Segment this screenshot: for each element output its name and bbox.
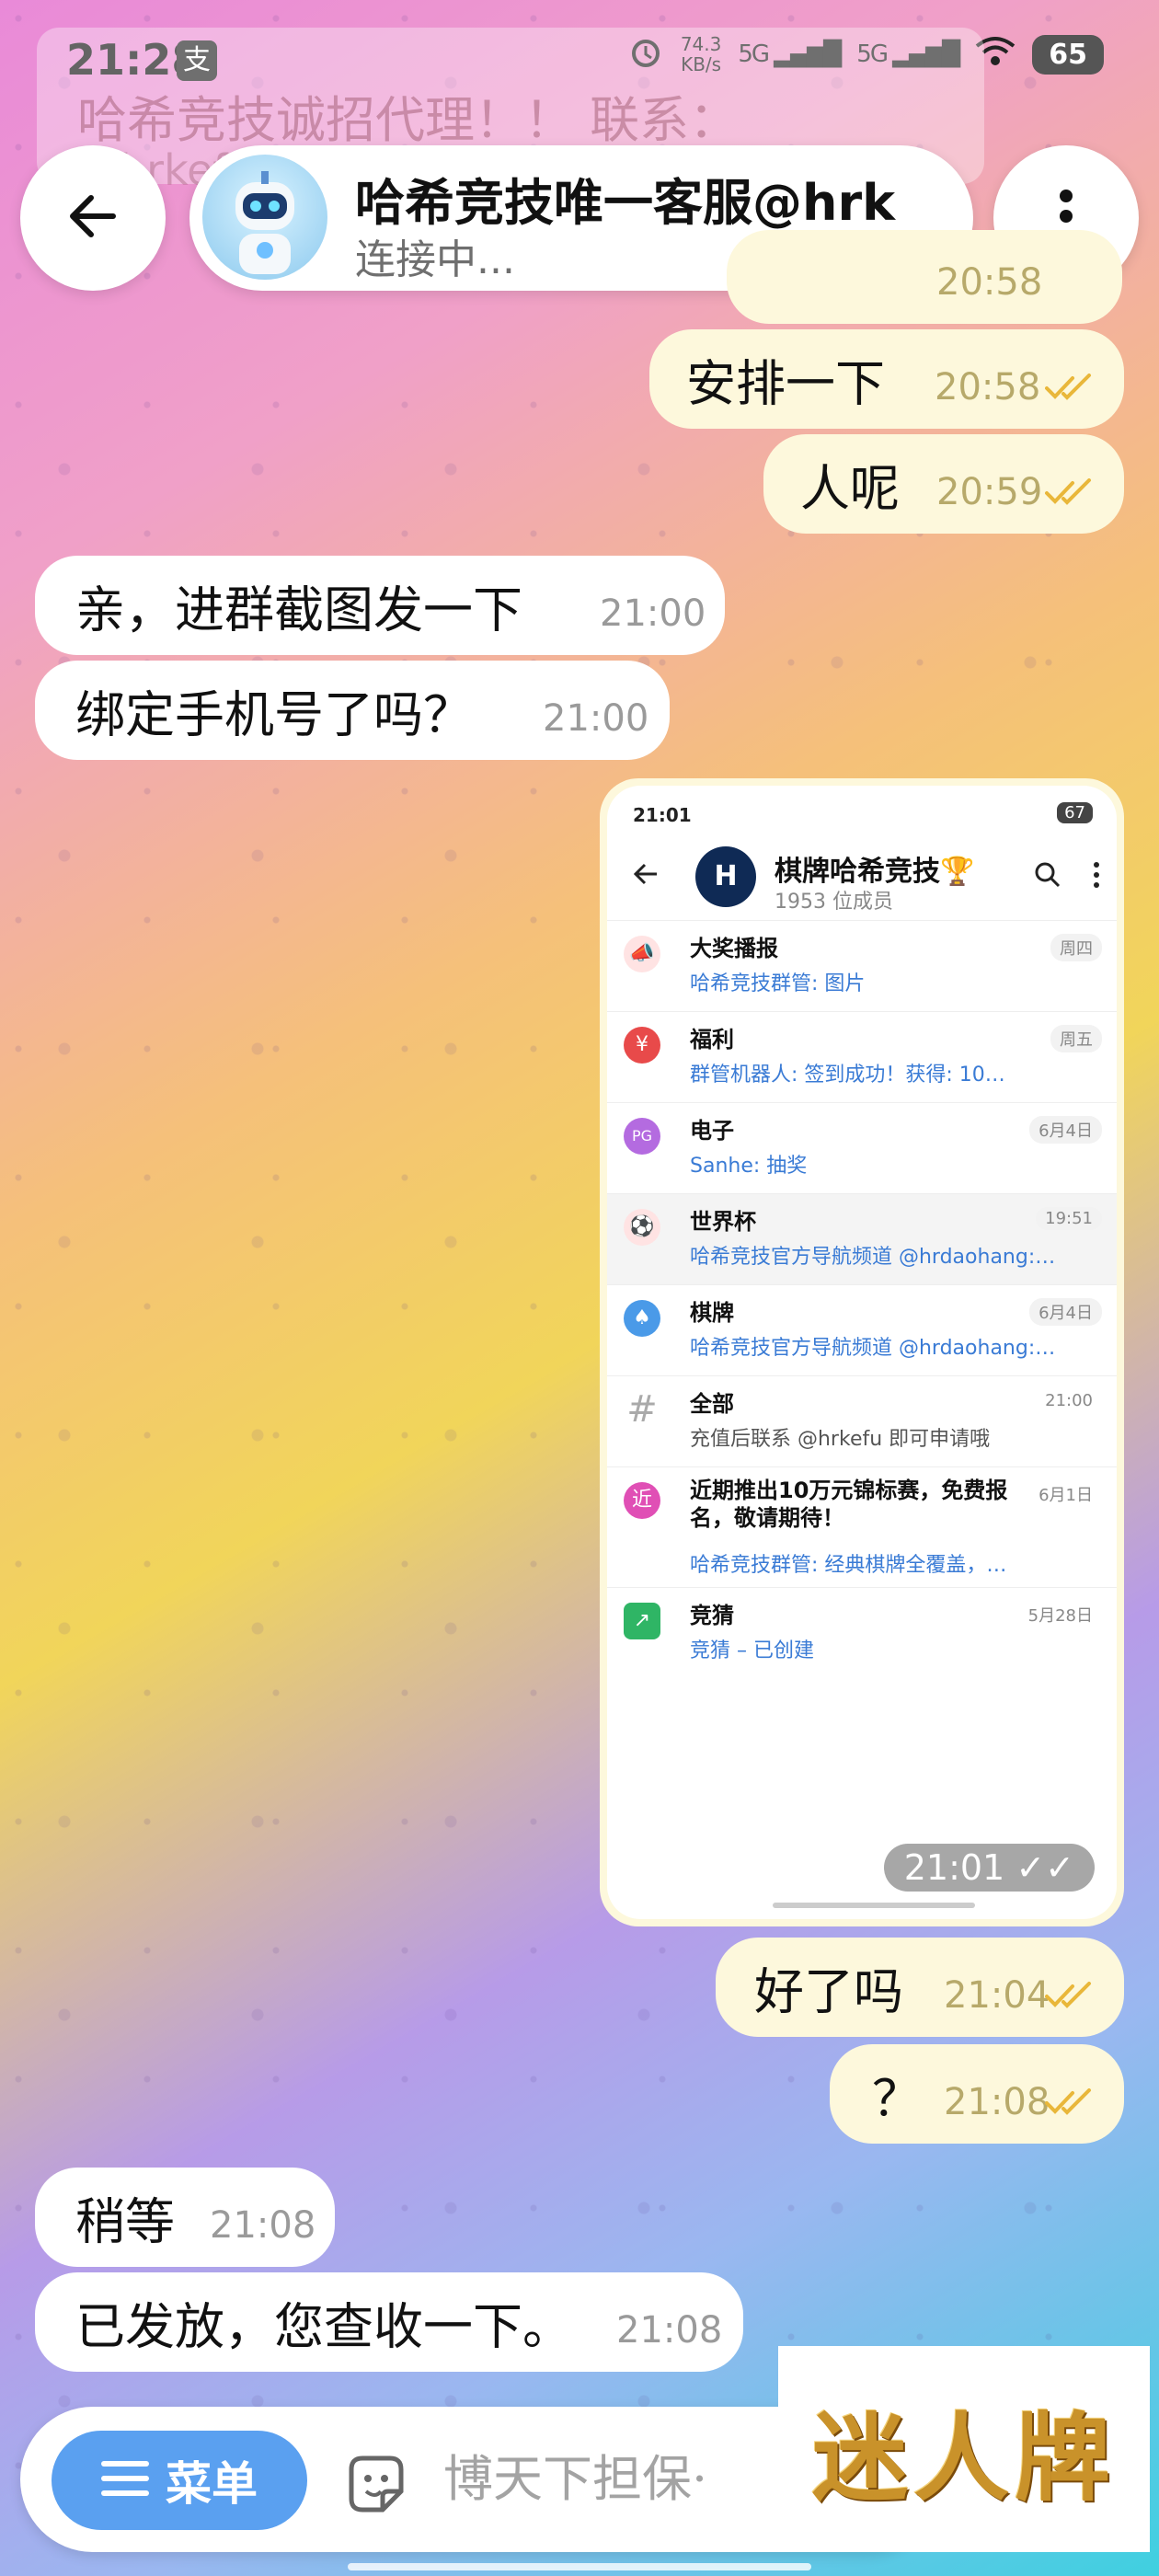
chat-title: 哈希竞技唯一客服@hrk [355, 174, 895, 232]
message-text: 稍等 [75, 2192, 175, 2251]
message-time: 20:58 [936, 261, 1043, 304]
group-title: 棋牌哈希竞技🏆 [775, 856, 975, 888]
money-bag-icon: ¥ [624, 1027, 660, 1064]
pg-icon: PG [624, 1118, 660, 1155]
search-icon [1034, 861, 1061, 892]
message-time: 21:08 [616, 2309, 723, 2352]
message-text: 好了吗 [754, 1962, 903, 2021]
bot-menu-button[interactable]: 菜单 [52, 2431, 307, 2530]
topic-row: 📣 大奖播报 周四 哈希竞技群管: 图片 [607, 921, 1117, 1012]
megaphone-icon: 📣 [624, 936, 660, 972]
message-bubble-out[interactable]: 好了吗 21:04 [716, 1938, 1124, 2037]
hash-icon: # [626, 1388, 658, 1431]
topic-row: PG 电子 6月4日 Sanhe: 抽奖 [607, 1103, 1117, 1194]
menu-icon [101, 2459, 149, 2501]
double-check-icon [1045, 478, 1096, 510]
double-check-icon [1045, 374, 1096, 405]
trend-icon: ↗ [624, 1603, 660, 1639]
battery-indicator: 65 [1032, 34, 1104, 75]
message-time: 20:58 [935, 366, 1041, 408]
logo-text: 迷人牌 [811, 2400, 1116, 2514]
topic-row: ↗ 竞猜 5月28日 竞猜 – 已创建 [607, 1588, 1117, 1678]
message-bubble-in[interactable]: 稍等 21:08 [35, 2168, 335, 2267]
message-time: 21:08 [944, 2081, 1050, 2123]
message-input[interactable]: 博天下担保· [443, 2407, 707, 2552]
double-check-icon [1045, 1982, 1096, 2013]
screenshot-status-bar: 21:01 67 [607, 786, 1117, 837]
watermark-logo: 迷人牌 [778, 2346, 1150, 2552]
message-bubble-out[interactable]: 安排一下 20:58 [649, 329, 1124, 429]
back-button[interactable] [20, 145, 166, 291]
message-bubble-in[interactable]: 亲，进群截图发一下 21:00 [35, 556, 725, 655]
message-text: 亲，进群截图发一下 [75, 581, 522, 639]
message-bubble-out[interactable]: 20:58 [727, 230, 1122, 324]
shared-screenshot[interactable]: 21:01 67 H 棋牌哈希竞技🏆 1953 位成员 📣 大奖播报 周四 哈希… [607, 786, 1117, 1919]
message-time: 21:00 [600, 592, 706, 635]
menu-label: 菜单 [166, 2457, 258, 2511]
message-text: 绑定手机号了吗？ [75, 685, 473, 744]
image-message[interactable]: 21:01 67 H 棋牌哈希竞技🏆 1953 位成员 📣 大奖播报 周四 哈希… [600, 778, 1124, 1926]
screenshot-battery: 67 [1057, 802, 1093, 823]
more-vert-icon [1093, 861, 1100, 892]
cards-icon: ♠ [624, 1300, 660, 1337]
message-time: 20:59 [936, 471, 1043, 513]
screenshot-time: 21:01 [633, 804, 692, 826]
message-bubble-out[interactable]: 人呢 20:59 [763, 434, 1124, 534]
avatar[interactable] [202, 155, 327, 280]
back-arrow-icon [631, 859, 660, 892]
message-time: 21:08 [210, 2204, 316, 2247]
image-time: 21:01 ✓✓ [883, 1844, 1095, 1892]
topic-row: ♠ 棋牌 6月4日 哈希竞技官方导航频道 @hrdaohang:… [607, 1285, 1117, 1376]
message-time: 21:04 [944, 1974, 1050, 2017]
group-avatar: H [695, 846, 756, 907]
gesture-nav-handle[interactable] [348, 2563, 811, 2570]
message-time: 21:00 [543, 697, 649, 740]
double-check-icon [1045, 2088, 1096, 2120]
soccer-ball-icon: ⚽ [624, 1209, 660, 1246]
sticker-icon[interactable] [342, 2451, 410, 2523]
back-arrow-icon [63, 187, 122, 249]
message-text: 已发放，您查收一下。 [75, 2297, 572, 2356]
topic-row: ¥ 福利 周五 群管机器人: 签到成功！获得: 10… [607, 1012, 1117, 1103]
group-members: 1953 位成员 [775, 891, 893, 914]
pinned-text: 哈希竞技诚招代理！！ 联系： [77, 91, 740, 149]
message-bubble-in[interactable]: 绑定手机号了吗？ 21:00 [35, 661, 670, 760]
message-bubble-out[interactable]: ？ 21:08 [830, 2044, 1124, 2144]
message-text: 人呢 [800, 459, 900, 518]
chat-status: 连接中... [355, 236, 515, 283]
recent-icon: 近 [624, 1482, 660, 1519]
topic-row: ⚽ 世界杯 19:51 哈希竞技官方导航频道 @hrdaohang:… [607, 1194, 1117, 1285]
screenshot-group-header: H 棋牌哈希竞技🏆 1953 位成员 [607, 837, 1117, 921]
message-text: ？ [872, 2069, 922, 2128]
screenshot-home-indicator [773, 1903, 975, 1908]
topic-row: 近 近期推出10万元锦标赛，免费报名，敬请期待！ 6月1日 哈希竞技群管: 经典… [607, 1467, 1117, 1588]
message-bubble-in[interactable]: 已发放，您查收一下。 21:08 [35, 2272, 743, 2372]
message-text: 安排一下 [686, 354, 885, 413]
topic-row: # 全部 21:00 充值后联系 @hrkefu 即可申请哦 [607, 1376, 1117, 1467]
